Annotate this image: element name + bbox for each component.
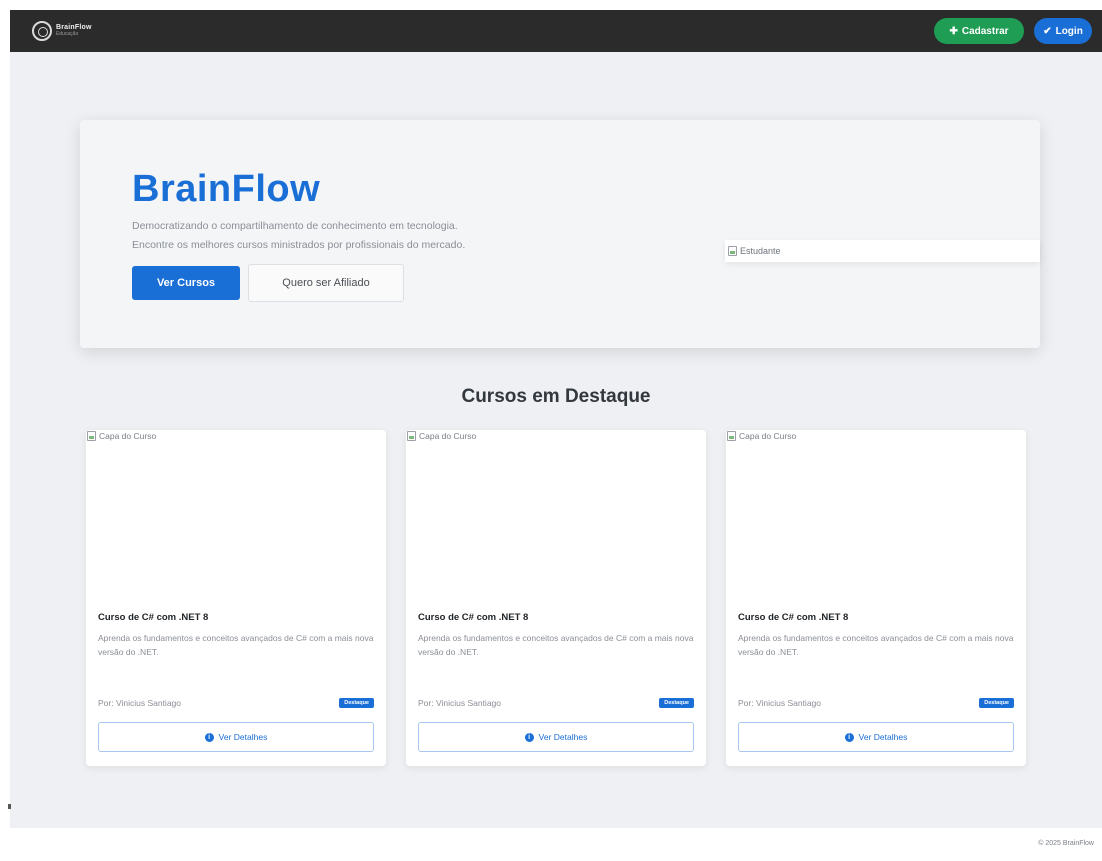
card-body: Curso de C# com .NET 8 Aprenda os fundam… (98, 612, 374, 659)
course-title: Curso de C# com .NET 8 (98, 612, 209, 623)
course-cover-image: Capa do Curso (406, 430, 706, 600)
card-body: Curso de C# com .NET 8 Aprenda os fundam… (738, 612, 1014, 659)
featured-badge: Destaque (339, 698, 374, 708)
cadastrar-label: Cadastrar (961, 25, 1009, 37)
main-content: BrainFlow Democratizando o compartilhame… (10, 52, 1102, 828)
course-card: Capa do Curso Curso de C# com .NET 8 Apr… (406, 430, 706, 766)
hero-desc-line-1: Democratizando o compartilhamento de con… (132, 220, 458, 232)
course-card: Capa do Curso Curso de C# com .NET 8 Apr… (726, 430, 1026, 766)
ver-detalhes-label: Ver Detalhes (538, 732, 588, 742)
card-meta: Por: Vinicius Santiago Destaque (98, 698, 374, 708)
ver-detalhes-label: Ver Detalhes (858, 732, 908, 742)
brand-text: BrainFlow Educação (56, 24, 92, 38)
cover-alt-text: Capa do Curso (419, 431, 477, 441)
ver-detalhes-button[interactable]: i Ver Detalhes (98, 722, 374, 752)
check-icon: ✔ (1043, 25, 1052, 37)
featured-badge: Destaque (659, 698, 694, 708)
afiliado-button[interactable]: Quero ser Afiliado (248, 264, 404, 302)
cover-alt-text: Capa do Curso (99, 431, 157, 441)
ver-detalhes-button[interactable]: i Ver Detalhes (738, 722, 1014, 752)
card-meta: Por: Vinicius Santiago Destaque (418, 698, 694, 708)
footer-copyright: © 2025 BrainFlow (1038, 840, 1094, 847)
hero-desc-line-2: Encontre os melhores cursos ministrados … (132, 239, 466, 251)
course-cover-image: Capa do Curso (86, 430, 386, 600)
course-cover-image: Capa do Curso (726, 430, 1026, 600)
ver-cursos-button[interactable]: Ver Cursos (132, 266, 240, 300)
course-author: Por: Vinicius Santiago (738, 698, 822, 708)
window-top (0, 0, 1102, 10)
course-title: Curso de C# com .NET 8 (418, 612, 529, 623)
course-author: Por: Vinicius Santiago (418, 698, 502, 708)
hero-description: Democratizando o compartilhamento de con… (132, 217, 465, 255)
course-card: Capa do Curso Curso de C# com .NET 8 Apr… (86, 430, 386, 766)
brand-name: BrainFlow (56, 24, 92, 31)
info-icon: i (204, 732, 214, 742)
brand-subtitle: Educação (56, 31, 79, 37)
broken-image-icon (407, 431, 416, 441)
course-description: Aprenda os fundamentos e conceitos avanç… (98, 633, 374, 657)
card-meta: Por: Vinicius Santiago Destaque (738, 698, 1014, 708)
info-icon: i (524, 732, 534, 742)
broken-image-icon (727, 431, 736, 441)
footer: © 2025 BrainFlow (1038, 840, 1094, 847)
ver-detalhes-label: Ver Detalhes (218, 732, 268, 742)
broken-image-icon (87, 431, 96, 441)
course-author: Por: Vinicius Santiago (98, 698, 182, 708)
course-cards: Capa do Curso Curso de C# com .NET 8 Apr… (86, 430, 1026, 766)
hero-image-alt: Estudante (740, 246, 781, 256)
cadastrar-button[interactable]: ✚ Cadastrar (934, 18, 1024, 44)
login-label: Login (1055, 25, 1083, 37)
hero-buttons: Ver Cursos Quero ser Afiliado (132, 264, 404, 302)
ver-detalhes-button[interactable]: i Ver Detalhes (418, 722, 694, 752)
navbar: BrainFlow Educação ✚ Cadastrar ✔ Login (10, 10, 1102, 52)
info-icon: i (844, 732, 854, 742)
course-title: Curso de C# com .NET 8 (738, 612, 849, 623)
course-description: Aprenda os fundamentos e conceitos avanç… (738, 633, 1014, 657)
cover-alt-text: Capa do Curso (739, 431, 797, 441)
page: BrainFlow Educação ✚ Cadastrar ✔ Login B… (0, 0, 1102, 861)
brand-link[interactable]: BrainFlow Educação (32, 21, 92, 41)
card-body: Curso de C# com .NET 8 Aprenda os fundam… (418, 612, 694, 659)
section-title: Cursos em Destaque (461, 386, 651, 407)
login-button[interactable]: ✔ Login (1034, 18, 1092, 44)
plus-icon: ✚ (949, 25, 958, 37)
hero-image: Estudante (725, 240, 1040, 262)
broken-image-icon (728, 246, 737, 256)
featured-badge: Destaque (979, 698, 1014, 708)
hero-title: BrainFlow (132, 168, 321, 210)
side-marker (8, 804, 11, 809)
course-description: Aprenda os fundamentos e conceitos avanç… (418, 633, 694, 657)
hero-section: BrainFlow Democratizando o compartilhame… (80, 120, 1040, 348)
brain-logo-icon (32, 21, 52, 41)
nav-actions: ✚ Cadastrar ✔ Login (934, 18, 1092, 44)
